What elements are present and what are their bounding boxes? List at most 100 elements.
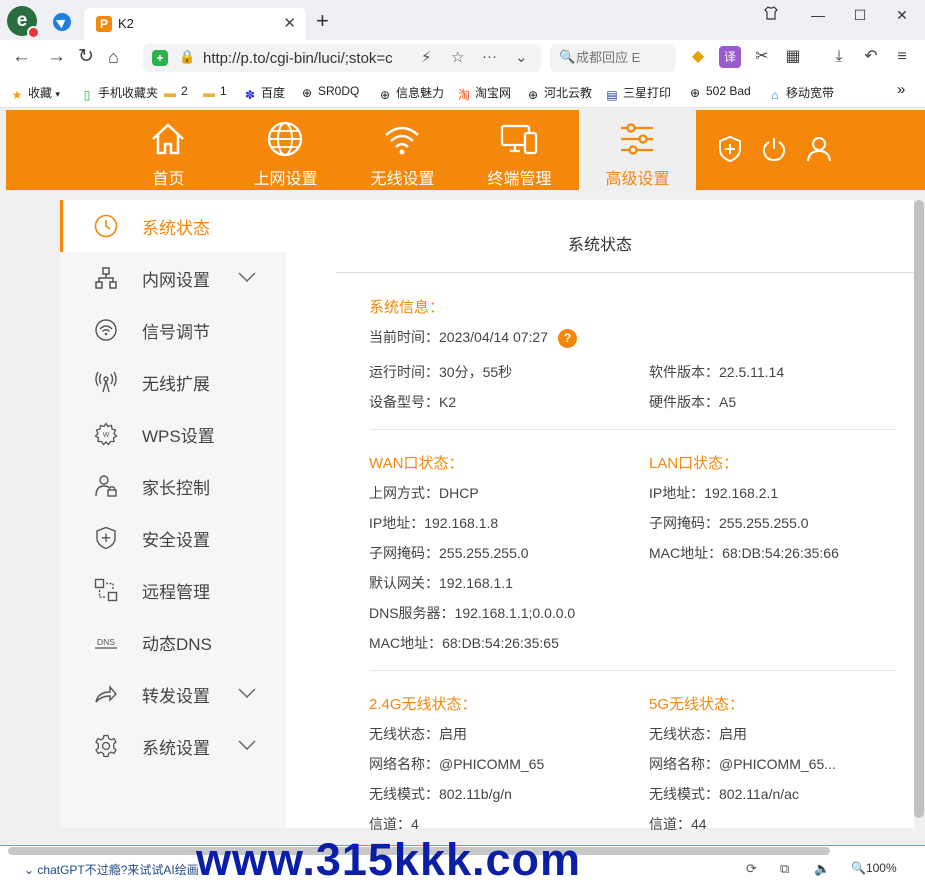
section-divider	[370, 429, 897, 430]
nav-wireless[interactable]: 无线设置	[344, 110, 461, 190]
sidebar-item-ddns[interactable]: DNS 动态DNS	[60, 616, 286, 668]
browser-logo-icon[interactable]: e	[7, 6, 40, 39]
bookmark-item[interactable]: 淘淘宝网	[457, 84, 511, 102]
close-window-icon[interactable]: ✕	[887, 5, 917, 27]
wan-row: MAC地址：68:DB:54:26:35:65	[369, 635, 559, 651]
skin-icon[interactable]	[756, 5, 786, 27]
nav-home[interactable]: 首页	[110, 110, 227, 190]
home-button-icon[interactable]: ⌂	[108, 46, 119, 68]
forward-icon[interactable]: →	[47, 46, 66, 68]
bookmark-item[interactable]: ▬ 1	[202, 84, 227, 100]
sidebar-item-forwarding[interactable]: 转发设置	[60, 668, 286, 720]
baidu-paw-icon: ✽	[244, 88, 256, 102]
lan-status-heading: LAN口状态：	[649, 455, 739, 472]
nav-advanced[interactable]: 高级设置	[579, 110, 696, 190]
security-shield-icon[interactable]: +	[152, 50, 168, 66]
chevron-down-icon[interactable]	[238, 740, 256, 750]
nav-internet[interactable]: 上网设置	[227, 110, 344, 190]
title-divider	[336, 272, 914, 273]
power-icon[interactable]	[761, 135, 787, 163]
bookmark-item[interactable]: ⌂ 移动宽带	[768, 84, 834, 102]
sidebar-item-remote[interactable]: 远程管理	[60, 564, 286, 616]
bookmark-item[interactable]: ⊕ 502 Bad	[688, 84, 751, 100]
address-bar[interactable]: + 🔒 http://p.to/cgi-bin/luci/;stok=c ⚡ ☆…	[143, 44, 541, 72]
pinned-tab-icon[interactable]	[53, 13, 71, 31]
bookmark-item[interactable]: ▯ 手机收藏夹	[80, 84, 158, 102]
help-icon[interactable]: ?	[558, 329, 577, 348]
browser-tab[interactable]: P K2 ✕	[84, 8, 306, 40]
globe-icon: ⊕	[689, 86, 701, 100]
zoom-indicator[interactable]: 🔍100%	[851, 861, 897, 875]
back-icon[interactable]: ←	[12, 46, 31, 68]
bookmark-item[interactable]: ★ 收藏 ▾	[10, 84, 60, 102]
sidebar-item-system-settings[interactable]: 系统设置	[60, 720, 286, 772]
sidebar-item-wireless-extend[interactable]: 无线扩展	[60, 356, 286, 408]
bookmark-item[interactable]: ⊕ 信息魅力	[378, 84, 444, 102]
status-news-link[interactable]: ⌄ chatGPT不过瘾?来试试AI绘画	[24, 861, 199, 878]
bookmark-item[interactable]: ⊕ SR0DQ	[300, 84, 359, 100]
chevron-down-icon: ⌄	[24, 863, 38, 877]
current-time-row: 当前时间：2023/04/14 07:27?	[369, 327, 577, 348]
screenshot-icon[interactable]: ⧉	[780, 861, 789, 877]
bookmark-item[interactable]: ⊕ 河北云教	[526, 84, 592, 102]
hardware-version-value: 硬件版本：A5	[649, 394, 737, 410]
svg-text:W: W	[103, 432, 110, 439]
antenna-icon	[95, 371, 117, 393]
search-input[interactable]	[576, 50, 670, 65]
scissors-icon[interactable]: ✂	[751, 46, 773, 68]
refresh-status-icon[interactable]: ⟳	[746, 861, 757, 877]
globe-icon: ⊕	[527, 88, 539, 102]
wan-row: 默认网关：192.168.1.1	[369, 575, 513, 591]
bookmarks-more-icon[interactable]: »	[897, 81, 905, 98]
sidebar-item-system-status[interactable]: 系统状态	[60, 200, 286, 252]
gear-icon	[95, 734, 117, 758]
sidebar-item-parental[interactable]: 家长控制	[60, 460, 286, 512]
chevron-down-icon[interactable]	[238, 688, 256, 698]
menu-icon[interactable]: ≡	[891, 46, 913, 68]
lightning-icon[interactable]: ⚡	[421, 48, 432, 66]
bookmark-item[interactable]: ✽ 百度	[243, 84, 285, 102]
sidebar-item-wps[interactable]: W WPS设置	[60, 408, 286, 460]
url-text[interactable]: http://p.to/cgi-bin/luci/;stok=c	[203, 50, 408, 67]
section-divider	[370, 670, 897, 671]
extension-shield-icon[interactable]: ◆	[687, 46, 709, 68]
user-icon[interactable]	[806, 135, 832, 163]
star-icon: ★	[11, 88, 23, 102]
maximize-icon[interactable]: ☐	[845, 5, 875, 27]
system-info-heading: 系统信息：	[369, 299, 445, 316]
sidebar-item-security[interactable]: 安全设置	[60, 512, 286, 564]
more-icon[interactable]: ···	[482, 48, 497, 65]
chevron-down-icon[interactable]	[238, 272, 256, 282]
bookmark-star-icon[interactable]: ☆	[451, 48, 464, 66]
vertical-scrollbar[interactable]	[914, 200, 924, 818]
new-tab-icon[interactable]: +	[316, 8, 329, 34]
model-value: 设备型号：K2	[369, 394, 457, 410]
current-time-value: 当前时间：2023/04/14 07:27	[369, 329, 548, 345]
apps-grid-icon[interactable]: ▦	[782, 46, 804, 68]
reload-icon[interactable]: ↻	[78, 46, 94, 68]
router-top-nav: 首页 上网设置 无线设置 终端管理 高级设置	[6, 110, 925, 190]
bookmark-item[interactable]: ▬ 2	[163, 84, 188, 100]
sidebar-item-lan[interactable]: 内网设置	[60, 252, 286, 304]
home-icon: ⌂	[771, 88, 779, 102]
wan-status-heading: WAN口状态：	[369, 455, 464, 472]
tab-title: K2	[118, 16, 134, 31]
download-icon[interactable]: ⤓	[828, 46, 850, 68]
wifi-icon	[385, 126, 419, 155]
tab-close-icon[interactable]: ✕	[283, 14, 296, 32]
nav-devices[interactable]: 终端管理	[461, 110, 578, 190]
translate-icon[interactable]: 译	[719, 46, 741, 68]
sidebar-item-signal[interactable]: 信号调节	[60, 304, 286, 356]
minimize-icon[interactable]: —	[803, 5, 833, 27]
insecure-lock-icon[interactable]: 🔒	[179, 49, 195, 65]
bookmark-item[interactable]: ▤ 三星打印	[605, 84, 671, 102]
folder-icon: ▬	[164, 86, 176, 100]
undo-icon[interactable]: ↶	[860, 46, 882, 68]
bookmarks-bar: ★ 收藏 ▾ ▯ 手机收藏夹 ▬ 2 ▬ 1 ✽ 百度 ⊕ SR0DQ ⊕ 信息魅力 淘淘宝网…	[0, 76, 925, 108]
search-box[interactable]: 🔍	[550, 44, 676, 72]
speaker-icon[interactable]: 🔈	[814, 861, 830, 877]
router-page: 首页 上网设置 无线设置 终端管理 高级设置 系统状态 内网设置 信号调节 无线…	[0, 108, 925, 845]
status-panel: 系统状态 系统信息： 当前时间：2023/04/14 07:27? 运行时间：3…	[286, 200, 914, 832]
shield-plus-icon[interactable]	[717, 135, 743, 163]
dropdown-chevron-icon[interactable]: ⌄	[515, 48, 528, 66]
